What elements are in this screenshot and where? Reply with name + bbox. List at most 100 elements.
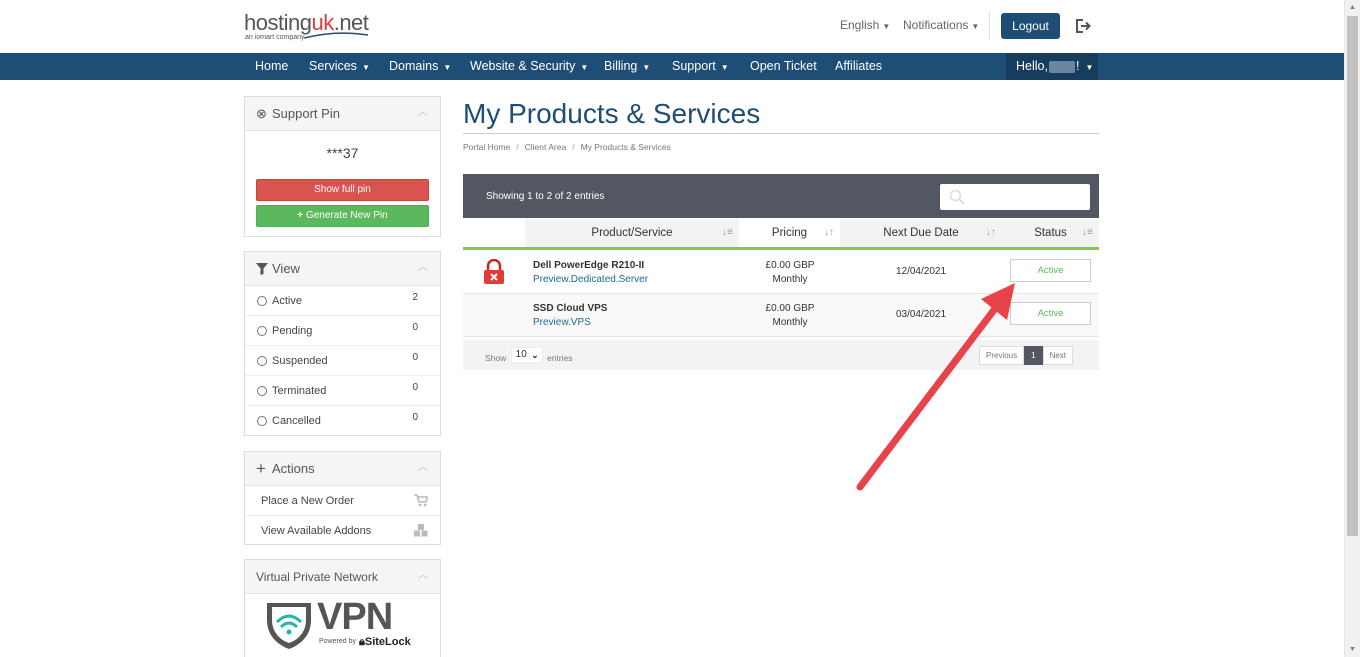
product-name: Dell PowerEdge R210-II bbox=[533, 260, 645, 271]
product-pricing: £0.00 GBP Monthly bbox=[765, 260, 815, 285]
scroll-down-icon[interactable]: ▼ bbox=[1349, 646, 1356, 653]
nav-billing[interactable]: Billing ▼ bbox=[604, 53, 650, 80]
filter-count: 0 bbox=[412, 352, 418, 363]
language-dropdown[interactable]: English ▼ bbox=[840, 18, 890, 32]
sort-asc-icon: ↓≡ bbox=[722, 227, 733, 238]
breadcrumb-current: My Products & Services bbox=[580, 142, 671, 152]
user-menu[interactable]: Hello,! ▼ bbox=[1006, 53, 1098, 80]
actions-header[interactable]: + Actions ︿ bbox=[245, 452, 440, 486]
main-navbar: Hello,! ▼ Home Services ▼ Domains ▼ Website & … bbox=[0, 53, 1344, 80]
column-header-pricing[interactable]: Pricing ↓↑ bbox=[739, 219, 840, 250]
scroll-up-icon[interactable]: ▲ bbox=[1349, 4, 1356, 11]
filter-terminated[interactable]: Terminated 0 bbox=[245, 376, 440, 406]
place-new-order-link[interactable]: Place a New Order bbox=[245, 486, 440, 516]
page-length-select[interactable]: 10 ⌄ bbox=[510, 347, 543, 363]
vpn-panel: Virtual Private Network ︿ VPN Powered by… bbox=[244, 559, 441, 657]
filter-icon bbox=[256, 263, 268, 275]
filter-suspended[interactable]: Suspended 0 bbox=[245, 346, 440, 376]
scrollbar-thumb[interactable] bbox=[1347, 16, 1358, 536]
sign-out-icon[interactable] bbox=[1074, 17, 1092, 35]
shield-wifi-icon bbox=[267, 603, 311, 649]
nav-website-security[interactable]: Website & Security ▼ bbox=[470, 53, 588, 80]
notifications-dropdown[interactable]: Notifications ▼ bbox=[903, 18, 979, 32]
chevron-up-icon[interactable]: ︿ bbox=[418, 96, 428, 130]
logout-button[interactable]: Logout bbox=[1001, 13, 1060, 39]
next-page-button[interactable]: Next bbox=[1042, 346, 1074, 365]
caret-down-icon: ▼ bbox=[361, 63, 370, 72]
redacted-username bbox=[1048, 60, 1075, 73]
filter-count: 0 bbox=[412, 322, 418, 333]
title-divider bbox=[463, 133, 1099, 134]
annotation-arrow-icon bbox=[856, 283, 1015, 491]
breadcrumb-portal-home[interactable]: Portal Home bbox=[463, 142, 510, 152]
filter-count: 0 bbox=[412, 412, 418, 423]
hostinguk-logo[interactable]: hostinguk.net an iomart company bbox=[244, 10, 369, 41]
times-circle-icon: ⊗ bbox=[256, 106, 267, 121]
sort-icon: ↓↑ bbox=[986, 227, 996, 238]
search-icon bbox=[949, 189, 965, 205]
view-available-addons-link[interactable]: View Available Addons bbox=[245, 516, 440, 546]
view-header[interactable]: View ︿ bbox=[245, 252, 440, 286]
support-pin-panel: ⊗ Support Pin ︿ ***37 Show full pin + Ge… bbox=[244, 96, 441, 237]
caret-down-icon: ▼ bbox=[1085, 63, 1094, 72]
filter-count: 0 bbox=[412, 382, 418, 393]
powered-by-text: Powered by bbox=[319, 638, 356, 645]
radio-circle-icon[interactable] bbox=[257, 296, 267, 306]
caret-down-icon: ▼ bbox=[971, 22, 980, 31]
vpn-header[interactable]: Virtual Private Network ︿ bbox=[245, 560, 440, 594]
show-full-pin-button[interactable]: Show full pin bbox=[256, 179, 429, 201]
plus-icon: + bbox=[256, 459, 266, 478]
view-filter-panel: View ︿ Active 2 Pending 0 Suspended 0 Terminat… bbox=[244, 251, 441, 436]
table-search-input[interactable] bbox=[940, 184, 1090, 210]
nav-domains[interactable]: Domains ▼ bbox=[389, 53, 451, 80]
sitelock-vpn-logo[interactable]: VPN Powered by 🔒︎SiteLock bbox=[245, 594, 440, 654]
generate-new-pin-button[interactable]: + Generate New Pin bbox=[256, 205, 429, 227]
product-domain[interactable]: Preview.Dedicated.Server bbox=[533, 274, 648, 285]
filter-cancelled[interactable]: Cancelled 0 bbox=[245, 406, 440, 436]
cart-icon bbox=[414, 494, 428, 507]
support-pin-header[interactable]: ⊗ Support Pin ︿ bbox=[245, 97, 440, 131]
vpn-logo-text: VPN bbox=[317, 596, 393, 638]
radio-circle-icon[interactable] bbox=[257, 386, 267, 396]
product-domain[interactable]: Preview.VPS bbox=[533, 317, 591, 328]
product-name: SSD Cloud VPS bbox=[533, 303, 608, 314]
column-header-product[interactable]: Product/Service ↓≡ bbox=[525, 219, 739, 250]
header-divider bbox=[989, 12, 990, 40]
caret-down-icon: ▼ bbox=[443, 63, 452, 72]
chevron-up-icon[interactable]: ︿ bbox=[418, 451, 428, 485]
filter-active[interactable]: Active 2 bbox=[245, 286, 440, 316]
breadcrumb-client-area[interactable]: Client Area bbox=[525, 142, 567, 152]
nav-open-ticket[interactable]: Open Ticket bbox=[750, 53, 817, 80]
table-toolbar: Showing 1 to 2 of 2 entries bbox=[463, 174, 1099, 218]
table-icon-column-header bbox=[463, 219, 525, 250]
actions-panel: + Actions ︿ Place a New Order View Avail… bbox=[244, 451, 441, 545]
radio-circle-icon[interactable] bbox=[257, 326, 267, 336]
support-pin-value: ***37 bbox=[326, 145, 359, 161]
nav-support[interactable]: Support ▼ bbox=[672, 53, 729, 80]
caret-down-icon: ▼ bbox=[580, 63, 589, 72]
table-info: Showing 1 to 2 of 2 entries bbox=[486, 191, 605, 202]
chevron-up-icon[interactable]: ︿ bbox=[418, 559, 428, 593]
sort-icon: ↓↑ bbox=[824, 227, 834, 238]
sitelock-brand-text: 🔒︎SiteLock bbox=[359, 636, 411, 648]
column-header-status[interactable]: Status ↓≡ bbox=[1002, 219, 1099, 250]
top-header: hostinguk.net an iomart company English ▼… bbox=[0, 0, 1344, 53]
status-badge[interactable]: Active bbox=[1010, 259, 1091, 282]
cubes-icon bbox=[414, 524, 428, 537]
radio-circle-icon[interactable] bbox=[257, 356, 267, 366]
column-header-due-date[interactable]: Next Due Date ↓↑ bbox=[840, 219, 1002, 250]
page-scrollbar[interactable]: ▲ ▼ bbox=[1344, 0, 1360, 657]
breadcrumb: Portal Home / Client Area / My Products & Se… bbox=[463, 142, 671, 152]
nav-services[interactable]: Services ▼ bbox=[309, 53, 370, 80]
nav-home[interactable]: Home bbox=[255, 53, 288, 80]
logo-swoosh-icon bbox=[304, 32, 368, 39]
filter-count: 2 bbox=[412, 292, 418, 303]
plus-icon: + bbox=[297, 210, 306, 221]
chevron-up-icon[interactable]: ︿ bbox=[418, 251, 428, 285]
nav-affiliates[interactable]: Affiliates bbox=[835, 53, 882, 80]
lock-suspended-icon bbox=[484, 259, 504, 284]
sort-icon: ↓≡ bbox=[1082, 227, 1093, 238]
filter-pending[interactable]: Pending 0 bbox=[245, 316, 440, 346]
product-pricing: £0.00 GBP Monthly bbox=[765, 303, 815, 328]
radio-circle-icon[interactable] bbox=[257, 416, 267, 426]
